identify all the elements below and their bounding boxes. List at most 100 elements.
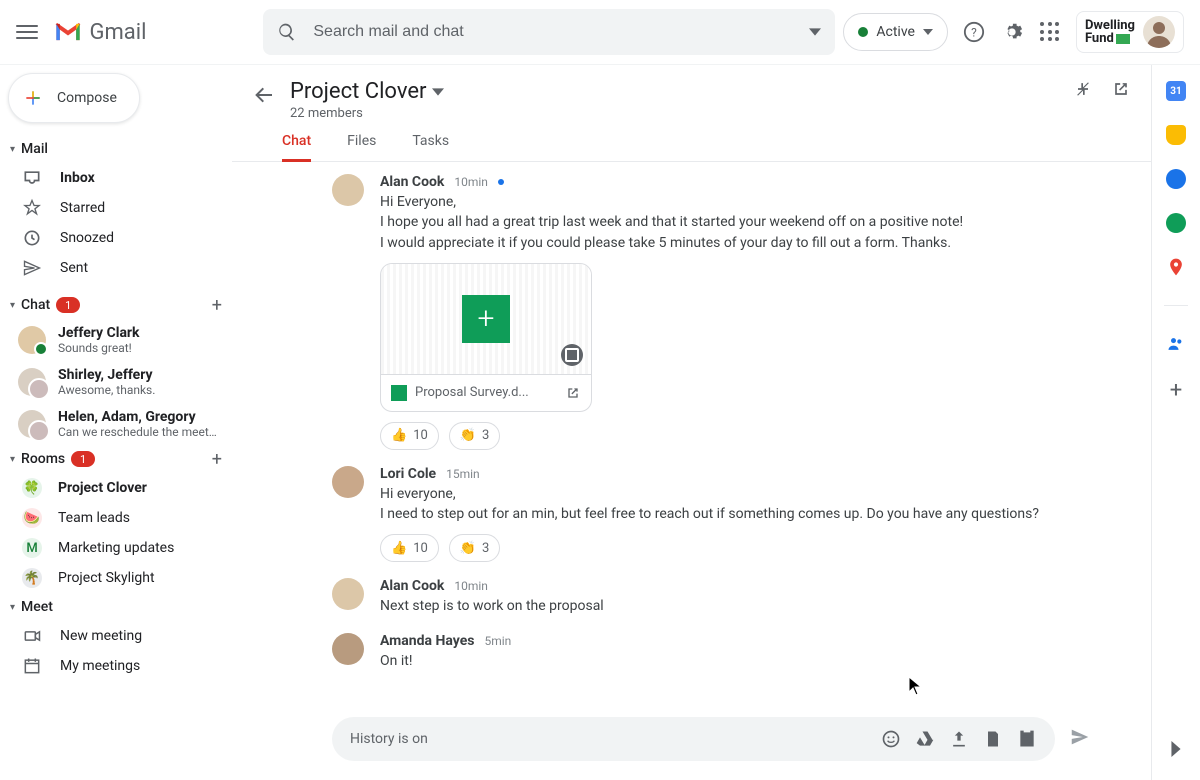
tab-files[interactable]: Files: [347, 133, 376, 161]
back-arrow-icon[interactable]: [252, 83, 276, 107]
avatar-icon: [332, 174, 364, 206]
menu-icon[interactable]: [16, 20, 38, 44]
fullscreen-icon[interactable]: [561, 344, 583, 366]
reaction-chip[interactable]: 👍10: [380, 422, 439, 450]
add-room-icon[interactable]: +: [212, 449, 222, 470]
settings-icon[interactable]: [1000, 20, 1024, 44]
sidebar-section-chat[interactable]: ▾Chat1+: [8, 291, 232, 319]
contacts-people-icon[interactable]: [1166, 334, 1186, 354]
sheets-icon: +: [462, 295, 510, 343]
app-header: Gmail Active ? DwellingFund: [0, 0, 1200, 65]
avatar-icon: [332, 633, 364, 665]
collapse-icon[interactable]: [1073, 79, 1093, 99]
compose-label: Compose: [57, 90, 117, 106]
send-button[interactable]: [1069, 726, 1091, 752]
workspace-brand[interactable]: DwellingFund: [1076, 11, 1184, 53]
calendar-icon[interactable]: 31: [1166, 81, 1186, 101]
add-addon-icon[interactable]: +: [1170, 378, 1182, 403]
message-text: Hi everyone,I need to step out for an mi…: [380, 484, 1131, 525]
gmail-logo-area[interactable]: Gmail: [54, 20, 194, 45]
upload-icon[interactable]: [949, 729, 969, 749]
tab-tasks[interactable]: Tasks: [412, 133, 449, 161]
messages-scroll[interactable]: Alan Cook 10min Hi Everyone,I hope you all…: [232, 162, 1151, 705]
contacts-icon[interactable]: [1166, 213, 1186, 233]
chat-message: Alan Cook10minHi Everyone,I hope you all…: [252, 168, 1131, 460]
message-compose-bar: History is on: [232, 705, 1151, 780]
room-item[interactable]: MMarketing updates: [8, 533, 232, 563]
tasks-icon[interactable]: [1166, 169, 1186, 189]
room-item[interactable]: 🍀Project Clover: [8, 473, 232, 503]
doc-icon: [22, 288, 42, 289]
message-text: Hi Everyone,I hope you all had a great t…: [380, 192, 1131, 253]
reaction-row: 👍10 👏3: [380, 422, 1131, 450]
compose-button[interactable]: Compose: [8, 73, 140, 123]
calendar-schedule-icon[interactable]: [1017, 729, 1037, 749]
status-chip[interactable]: Active: [843, 13, 948, 51]
message-time: 10min: [454, 579, 488, 593]
chat-badge: 1: [56, 297, 80, 313]
reaction-chip[interactable]: 👏3: [449, 534, 501, 562]
reaction-chip[interactable]: 👏3: [449, 422, 501, 450]
emoji-icon[interactable]: [881, 729, 901, 749]
product-name: Gmail: [90, 20, 147, 45]
apps-icon[interactable]: [1038, 20, 1062, 44]
search-icon: [277, 22, 297, 42]
open-new-window-icon[interactable]: [1111, 79, 1131, 99]
message-time: 5min: [485, 634, 512, 648]
meet-new-meeting[interactable]: New meeting: [8, 621, 232, 651]
search-bar[interactable]: [263, 9, 835, 55]
room-title[interactable]: Project Clover: [290, 79, 444, 104]
message-author: Lori Cole: [380, 466, 436, 482]
mail-nav-drafts[interactable]: Drafts: [8, 283, 232, 289]
avatar-icon: [332, 466, 364, 498]
chat-message: Amanda Hayes5minOn it!: [252, 627, 1131, 681]
calendar-icon: [22, 656, 42, 676]
room-item[interactable]: 🍉Team leads: [8, 503, 232, 533]
video-icon: [22, 626, 42, 646]
search-input[interactable]: [311, 22, 795, 42]
mail-nav-sent[interactable]: Sent: [8, 253, 232, 283]
avatar-icon: [18, 410, 46, 438]
sidebar-section-mail[interactable]: ▾Mail: [8, 135, 232, 163]
side-rail: 31 +: [1152, 65, 1200, 780]
reaction-row: 👍10 👏3: [380, 534, 1131, 562]
avatar-icon: [18, 326, 46, 354]
keep-icon[interactable]: [1166, 125, 1186, 145]
sidebar-section-rooms[interactable]: ▾Rooms1+: [8, 445, 232, 473]
chat-message: Alan Cook10minNext step is to work on th…: [252, 572, 1131, 626]
panel-tabs: Chat Files Tasks: [232, 121, 1151, 162]
search-options-icon[interactable]: [809, 26, 821, 38]
attachment-card[interactable]: + Proposal Survey.d...: [380, 263, 592, 412]
chat-thread[interactable]: Helen, Adam, GregoryCan we reschedule th…: [8, 403, 232, 445]
help-icon[interactable]: ?: [962, 20, 986, 44]
chat-thread[interactable]: Shirley, JefferyAwesome, thanks.: [8, 361, 232, 403]
tab-chat[interactable]: Chat: [282, 133, 311, 162]
drive-icon[interactable]: [915, 729, 935, 749]
mail-nav-inbox[interactable]: Inbox: [8, 163, 232, 193]
room-emoji-icon: M: [22, 538, 42, 558]
rooms-badge: 1: [71, 451, 95, 467]
open-external-icon[interactable]: [565, 385, 581, 401]
member-count[interactable]: 22 members: [290, 106, 444, 121]
room-emoji-icon: 🍉: [22, 508, 42, 528]
compose-placeholder: History is on: [350, 731, 867, 747]
add-chat-icon[interactable]: +: [212, 295, 222, 316]
sidebar-section-meet[interactable]: ▾Meet: [8, 593, 232, 621]
chat-thread[interactable]: Jeffery ClarkSounds great!: [8, 319, 232, 361]
gmail-icon: [54, 21, 82, 43]
mail-nav-starred[interactable]: Starred: [8, 193, 232, 223]
chevron-down-icon: [923, 29, 933, 35]
expand-rail-icon[interactable]: [1171, 741, 1181, 780]
status-dot-icon: [858, 27, 868, 37]
account-avatar[interactable]: [1143, 16, 1175, 48]
doc-icon[interactable]: [983, 729, 1003, 749]
maps-icon[interactable]: [1166, 257, 1186, 277]
meet-my-meetings[interactable]: My meetings: [8, 651, 232, 681]
message-input[interactable]: History is on: [332, 717, 1055, 761]
message-text: On it!: [380, 651, 1131, 671]
reaction-chip[interactable]: 👍10: [380, 534, 439, 562]
message-author: Alan Cook: [380, 578, 444, 594]
mail-nav-snoozed[interactable]: Snoozed: [8, 223, 232, 253]
room-item[interactable]: 🌴Project Skylight: [8, 563, 232, 593]
attachment-filename: Proposal Survey.d...: [415, 385, 529, 400]
